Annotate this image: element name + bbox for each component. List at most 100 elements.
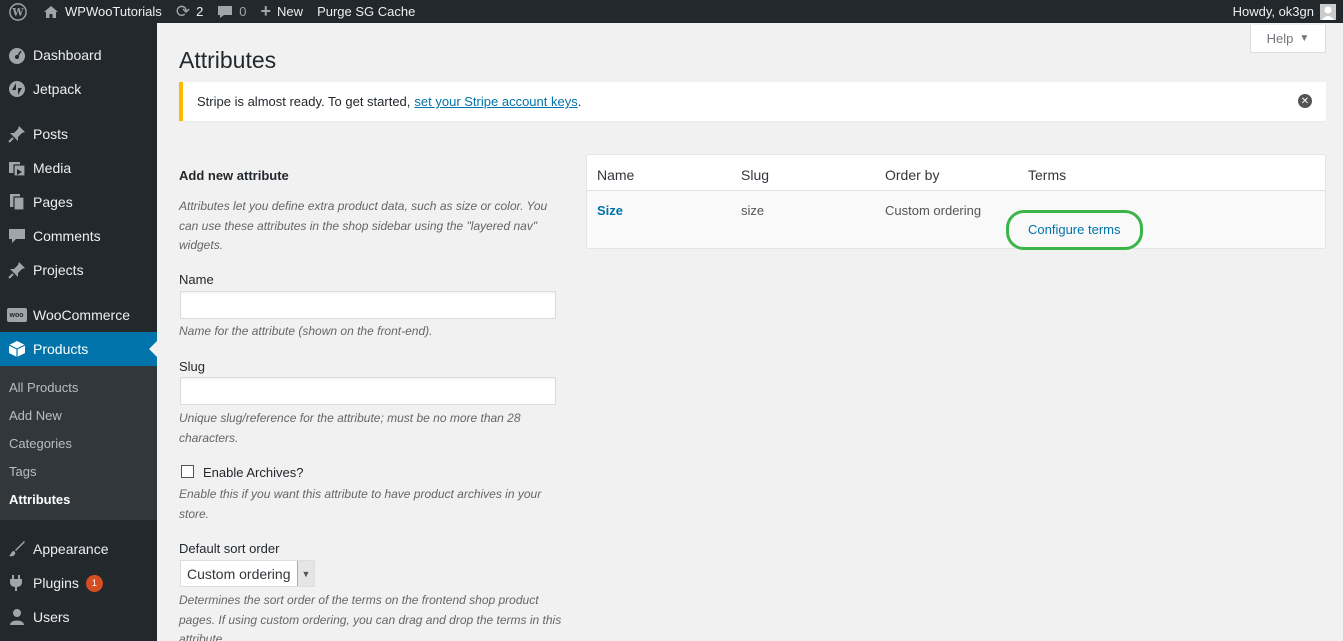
dashboard-icon bbox=[0, 46, 33, 64]
avatar bbox=[1320, 3, 1336, 20]
updates-link[interactable]: ⟳ 2 bbox=[169, 0, 210, 23]
sort-order-description: Determines the sort order of the terms o… bbox=[179, 593, 562, 641]
site-name: WPWooTutorials bbox=[65, 4, 162, 19]
column-header-name[interactable]: Name bbox=[597, 167, 634, 183]
sidebar-item-label: WooCommerce bbox=[33, 307, 130, 323]
site-name-link[interactable]: WPWooTutorials bbox=[36, 0, 169, 23]
submenu-categories[interactable]: Categories bbox=[9, 436, 72, 451]
sidebar-item-comments[interactable]: Comments bbox=[0, 219, 157, 253]
plugins-update-badge: 1 bbox=[85, 574, 103, 592]
refresh-icon: ⟳ bbox=[175, 1, 191, 21]
purge-cache-button[interactable]: Purge SG Cache bbox=[310, 0, 422, 23]
jetpack-icon bbox=[0, 80, 33, 98]
column-header-order-by[interactable]: Order by bbox=[885, 167, 939, 183]
products-submenu: All Products Add New Categories Tags Att… bbox=[0, 366, 157, 520]
column-header-terms: Terms bbox=[1028, 167, 1067, 183]
svg-text:W: W bbox=[11, 7, 24, 18]
brush-icon bbox=[0, 540, 33, 558]
sidebar-item-projects[interactable]: Projects bbox=[0, 253, 157, 287]
submenu-tags[interactable]: Tags bbox=[9, 464, 36, 479]
attribute-order-by: Custom ordering bbox=[885, 203, 982, 218]
dismiss-icon[interactable]: ✕ bbox=[1298, 94, 1312, 108]
pin-icon bbox=[0, 261, 33, 279]
notice-text: Stripe is almost ready. To get started, bbox=[197, 94, 411, 109]
column-header-slug[interactable]: Slug bbox=[741, 167, 769, 183]
sidebar-item-products[interactable]: Products bbox=[0, 332, 157, 366]
sidebar-item-dashboard[interactable]: Dashboard bbox=[0, 38, 157, 72]
updates-count: 2 bbox=[196, 4, 204, 19]
stripe-keys-link[interactable]: set your Stripe account keys bbox=[414, 94, 577, 109]
sort-order-label: Default sort order bbox=[179, 541, 280, 556]
account-menu[interactable]: Howdy, ok3gn bbox=[1226, 0, 1338, 23]
plus-icon: + bbox=[260, 1, 272, 21]
enable-archives-checkbox[interactable] bbox=[181, 465, 194, 478]
form-intro: Attributes let you define extra product … bbox=[179, 199, 548, 252]
submenu-add-new[interactable]: Add New bbox=[9, 408, 62, 423]
attribute-name-link[interactable]: Size bbox=[597, 203, 623, 218]
sidebar-item-posts[interactable]: Posts bbox=[0, 117, 157, 151]
table-header: Name Slug Order by Terms bbox=[587, 155, 1325, 191]
sidebar-item-appearance[interactable]: Appearance bbox=[0, 532, 157, 566]
wordpress-icon: W bbox=[9, 2, 27, 21]
help-label: Help bbox=[1266, 31, 1294, 46]
sidebar-item-label: Dashboard bbox=[33, 47, 102, 63]
box-icon bbox=[0, 340, 33, 358]
sidebar-item-label: Comments bbox=[33, 228, 101, 244]
admin-sidebar: Dashboard Jetpack Posts Media Pages Comm… bbox=[0, 23, 157, 641]
archives-label: Enable Archives? bbox=[203, 465, 304, 480]
dropdown-arrow-icon: ▼ bbox=[1299, 33, 1310, 44]
attribute-name-input[interactable] bbox=[180, 291, 556, 319]
slug-label: Slug bbox=[179, 359, 206, 374]
sidebar-item-label: Users bbox=[33, 609, 70, 625]
sidebar-item-label: Pages bbox=[33, 194, 73, 210]
archives-description: Enable this if you want this attribute t… bbox=[179, 487, 542, 521]
submenu-attributes[interactable]: Attributes bbox=[9, 492, 70, 507]
home-icon bbox=[43, 5, 59, 19]
howdy-text: Howdy, ok3gn bbox=[1232, 4, 1314, 19]
comment-icon bbox=[217, 5, 233, 19]
new-label: New bbox=[277, 4, 304, 19]
wp-logo-button[interactable]: W bbox=[0, 0, 36, 23]
attributes-table: Name Slug Order by Terms Size size Custo… bbox=[586, 154, 1326, 250]
woocommerce-icon: woo bbox=[6, 308, 27, 322]
sidebar-item-label: Plugins bbox=[33, 575, 79, 591]
name-description: Name for the attribute (shown on the fro… bbox=[179, 324, 433, 338]
sidebar-item-woocommerce[interactable]: woo WooCommerce bbox=[0, 298, 157, 332]
sort-order-select[interactable]: Custom ordering ▼ bbox=[180, 560, 315, 587]
chevron-down-icon: ▼ bbox=[297, 561, 314, 586]
sidebar-item-users[interactable]: Users bbox=[0, 600, 157, 634]
new-content-button[interactable]: + New bbox=[254, 0, 311, 23]
main-content: Help ▼ Attributes Stripe is almost ready… bbox=[157, 23, 1343, 641]
comments-count: 0 bbox=[239, 4, 247, 19]
configure-terms-link[interactable]: Configure terms bbox=[1028, 222, 1120, 237]
table-row: Size size Custom ordering Configure term… bbox=[587, 191, 1325, 250]
attribute-slug: size bbox=[741, 203, 765, 218]
slug-description: Unique slug/reference for the attribute;… bbox=[179, 411, 521, 445]
sidebar-item-jetpack[interactable]: Jetpack bbox=[0, 72, 157, 106]
sidebar-item-label: Projects bbox=[33, 262, 84, 278]
notice-trailing: . bbox=[577, 94, 582, 109]
user-icon bbox=[0, 608, 33, 626]
name-label: Name bbox=[179, 272, 214, 287]
help-tab-button[interactable]: Help ▼ bbox=[1250, 25, 1326, 53]
sidebar-item-plugins[interactable]: Plugins 1 bbox=[0, 566, 157, 600]
attribute-slug-input[interactable] bbox=[180, 377, 556, 405]
page-title: Attributes bbox=[179, 47, 277, 73]
sidebar-item-label: Media bbox=[33, 160, 72, 176]
comments-link[interactable]: 0 bbox=[210, 0, 253, 23]
sidebar-item-label: Jetpack bbox=[33, 81, 82, 97]
admin-bar: W WPWooTutorials ⟳ 2 0 + New Purge SG Ca… bbox=[0, 0, 1343, 23]
sidebar-item-pages[interactable]: Pages bbox=[0, 185, 157, 219]
plug-icon bbox=[0, 574, 33, 592]
sidebar-item-label: Posts bbox=[33, 126, 69, 142]
pin-icon bbox=[0, 125, 33, 143]
submenu-all-products[interactable]: All Products bbox=[9, 380, 78, 395]
media-icon bbox=[0, 159, 33, 177]
sidebar-item-label: Products bbox=[33, 341, 89, 357]
pages-icon bbox=[0, 193, 33, 211]
stripe-notice: Stripe is almost ready. To get started, … bbox=[179, 82, 1326, 121]
purge-label: Purge SG Cache bbox=[317, 4, 416, 19]
sidebar-item-media[interactable]: Media bbox=[0, 151, 157, 185]
form-heading: Add new attribute bbox=[179, 168, 289, 183]
comments-icon bbox=[0, 228, 33, 244]
